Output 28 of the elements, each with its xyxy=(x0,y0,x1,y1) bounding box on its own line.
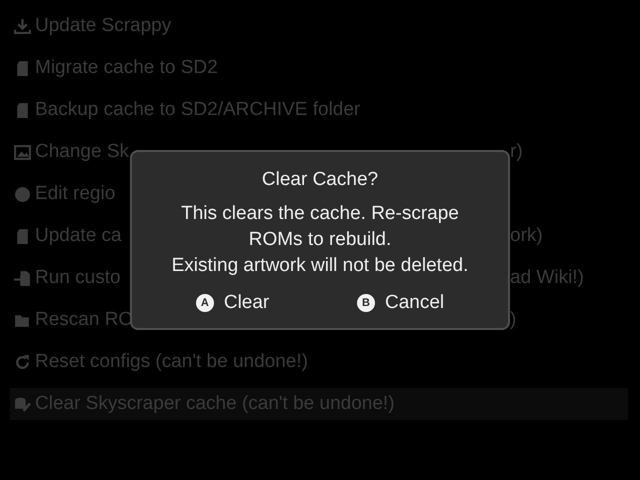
refresh-icon xyxy=(14,354,31,370)
menu-item[interactable]: ork) xyxy=(510,222,543,250)
sd-card-icon xyxy=(14,228,31,244)
menu-item[interactable]: ) xyxy=(510,306,516,334)
download-icon xyxy=(14,18,31,34)
menu-item[interactable]: r) xyxy=(510,138,523,166)
dialog-message: This clears the cache. Re-scrape xyxy=(180,202,460,226)
menu-item[interactable]: Edit regio xyxy=(35,180,116,208)
menu-item[interactable]: Update ca xyxy=(35,222,122,250)
key-hint-icon: A xyxy=(196,294,214,312)
menu-item[interactable]: Reset configs (can't be undone!) xyxy=(35,348,308,376)
menu-item[interactable]: Update Scrappy xyxy=(35,12,172,40)
dialog-message: Existing artwork will not be deleted. xyxy=(170,254,470,278)
dialog-message: ROMs to rebuild. xyxy=(248,228,392,252)
sd-card-icon xyxy=(14,102,31,118)
menu-item[interactable]: Run custo xyxy=(35,264,121,292)
database-broom-icon xyxy=(14,396,31,412)
menu-item[interactable]: ad Wiki!) xyxy=(510,264,584,292)
file-import-icon xyxy=(14,270,31,286)
image-icon xyxy=(14,144,31,160)
menu-item[interactable]: Migrate cache to SD2 xyxy=(35,54,218,82)
key-hint-icon: B xyxy=(356,294,375,312)
dialog-title: Clear Cache? xyxy=(260,168,380,192)
menu-item[interactable]: Change Sk xyxy=(35,138,130,166)
dialog-button[interactable]: A Clear xyxy=(196,288,270,317)
menu-item[interactable]: Backup cache to SD2/ARCHIVE folder xyxy=(35,96,360,124)
dialog-button[interactable]: B Cancel xyxy=(356,288,444,317)
sd-card-icon xyxy=(14,60,31,76)
